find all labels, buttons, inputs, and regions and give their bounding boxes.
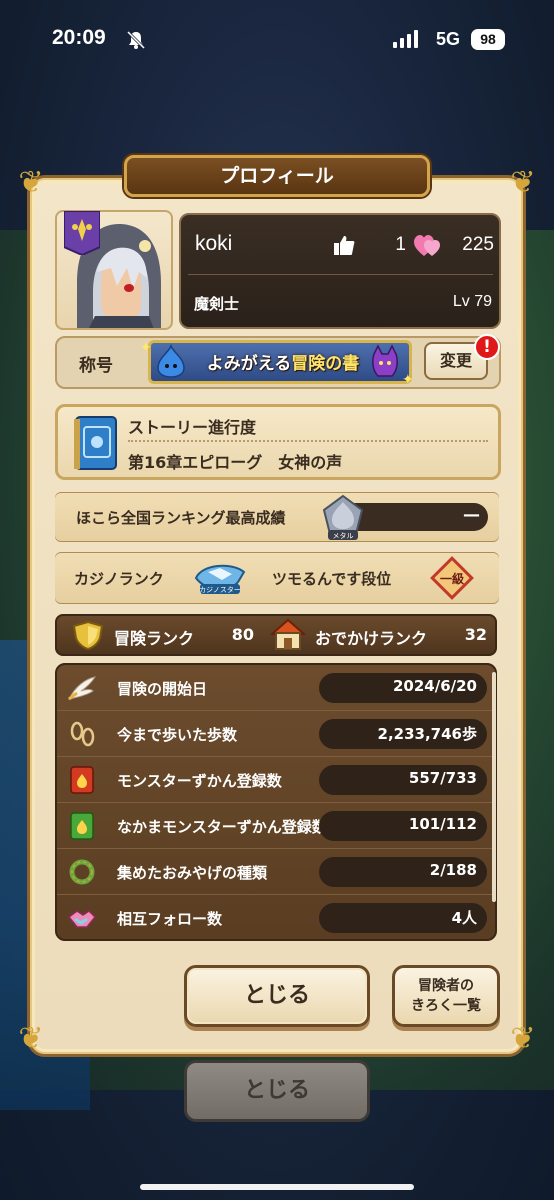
title-plate-part2: 冒険の書: [291, 354, 360, 374]
wing-icon: [68, 676, 97, 701]
job-emblem-icon: [64, 211, 100, 255]
title-plate-part1: よみがえる: [206, 354, 292, 374]
casino-icon-text: カジノスター: [199, 585, 241, 594]
stat-label: モンスターずかん登録数: [117, 772, 282, 790]
bell-muted-icon: [126, 30, 146, 50]
status-time: 20:09: [52, 26, 106, 49]
story-chapter: 第16章エピローグ 女神の声: [128, 453, 343, 472]
outing-rank-label: おでかけランク: [315, 629, 428, 648]
slime-icon: [157, 344, 185, 378]
heart-count: 225: [462, 234, 494, 255]
list-item: なかまモンスターずかん登録数 101/112: [57, 803, 495, 849]
stat-value: 557/733: [408, 769, 477, 787]
grade-text: 一級: [440, 571, 464, 586]
metal-medal-icon: メタル: [322, 494, 364, 540]
background-close-button: とじる: [184, 1060, 370, 1122]
green-book-icon: [70, 812, 94, 840]
divider: [188, 274, 493, 275]
stat-label: 今まで歩いた歩数: [117, 726, 238, 744]
sparkle-icon: ✦: [140, 340, 152, 356]
stat-value: 4人: [451, 909, 477, 927]
stat-value: 101/112: [408, 815, 477, 833]
stat-label: 集めたおみやげの種類: [117, 864, 268, 882]
heart-icon: [414, 235, 440, 256]
casino-label: カジノランク: [74, 570, 164, 588]
records-button-line2: きろく一覧: [411, 998, 481, 1014]
adventure-rank-label: 冒険ランク: [114, 629, 195, 648]
stats-scrollbar[interactable]: [492, 672, 496, 902]
blue-book-icon: [74, 416, 117, 470]
title-plate-text: よみがえる冒険の書: [188, 349, 378, 374]
close-button[interactable]: とじる: [184, 965, 370, 1027]
story-label: ストーリー進行度: [128, 418, 257, 437]
corner-flourish-icon: ❦: [510, 1021, 536, 1056]
footprints-icon: [70, 721, 95, 747]
stat-value: 2,233,746歩: [377, 725, 477, 743]
battery-indicator: 98: [471, 29, 505, 50]
house-icon: [270, 618, 306, 650]
like-count: 1: [395, 234, 406, 255]
handshake-icon: [67, 910, 97, 928]
panel-title: プロフィール: [124, 155, 430, 197]
list-item: 今まで歩いた歩数 2,233,746歩: [57, 711, 495, 757]
adventurer-records-button[interactable]: 冒険者の きろく一覧: [392, 965, 500, 1027]
signal-icon: [393, 30, 418, 48]
corner-flourish-icon: ❦: [510, 165, 536, 200]
alert-badge: !: [474, 334, 500, 360]
list-item: 相互フォロー数 4人: [57, 895, 495, 939]
red-book-icon: [70, 766, 94, 794]
stat-value: 2024/6/20: [392, 677, 477, 695]
status-bar: 20:09 5G 98: [0, 0, 554, 84]
casino-star-icon: カジノスター: [194, 564, 246, 594]
adventure-rank-value: 80: [231, 625, 254, 644]
title-label: 称号: [79, 356, 113, 376]
stat-value: 2/188: [429, 861, 477, 879]
grade-badge-icon: 一級: [430, 556, 474, 600]
ranking-value: —: [463, 505, 480, 525]
home-indicator[interactable]: [140, 1184, 414, 1190]
ranking-label: ほこら全国ランキング最高成績: [76, 509, 286, 527]
casino-rank-name: ツモるんです段位: [272, 570, 392, 588]
wreath-icon: [69, 859, 95, 885]
stat-label: 冒険の開始日: [117, 680, 208, 698]
outing-rank-value: 32: [464, 625, 487, 644]
thumbs-up-icon[interactable]: [333, 234, 355, 256]
records-button-line1: 冒険者の: [418, 978, 474, 994]
list-item: 冒険の開始日 2024/6/20: [57, 665, 495, 711]
player-level: Lv 79: [452, 293, 492, 310]
job-name: 魔剣士: [194, 295, 240, 313]
dotted-divider: [128, 440, 488, 442]
gold-shield-icon: [72, 620, 104, 650]
sparkle-icon: ✦: [402, 372, 414, 388]
player-name: koki: [195, 232, 233, 255]
network-type: 5G: [436, 29, 461, 49]
metal-badge-text: メタル: [333, 531, 354, 540]
stat-label: なかまモンスターずかん登録数: [117, 818, 327, 836]
corner-flourish-icon: ❦: [18, 1021, 44, 1056]
stat-label: 相互フォロー数: [117, 910, 223, 928]
list-item: 集めたおみやげの種類 2/188: [57, 849, 495, 895]
corner-flourish-icon: ❦: [18, 165, 44, 200]
stats-list[interactable]: 冒険の開始日 2024/6/20 今まで歩いた歩数 2,233,746歩 モンス…: [55, 663, 497, 941]
list-item: モンスターずかん登録数 557/733: [57, 757, 495, 803]
